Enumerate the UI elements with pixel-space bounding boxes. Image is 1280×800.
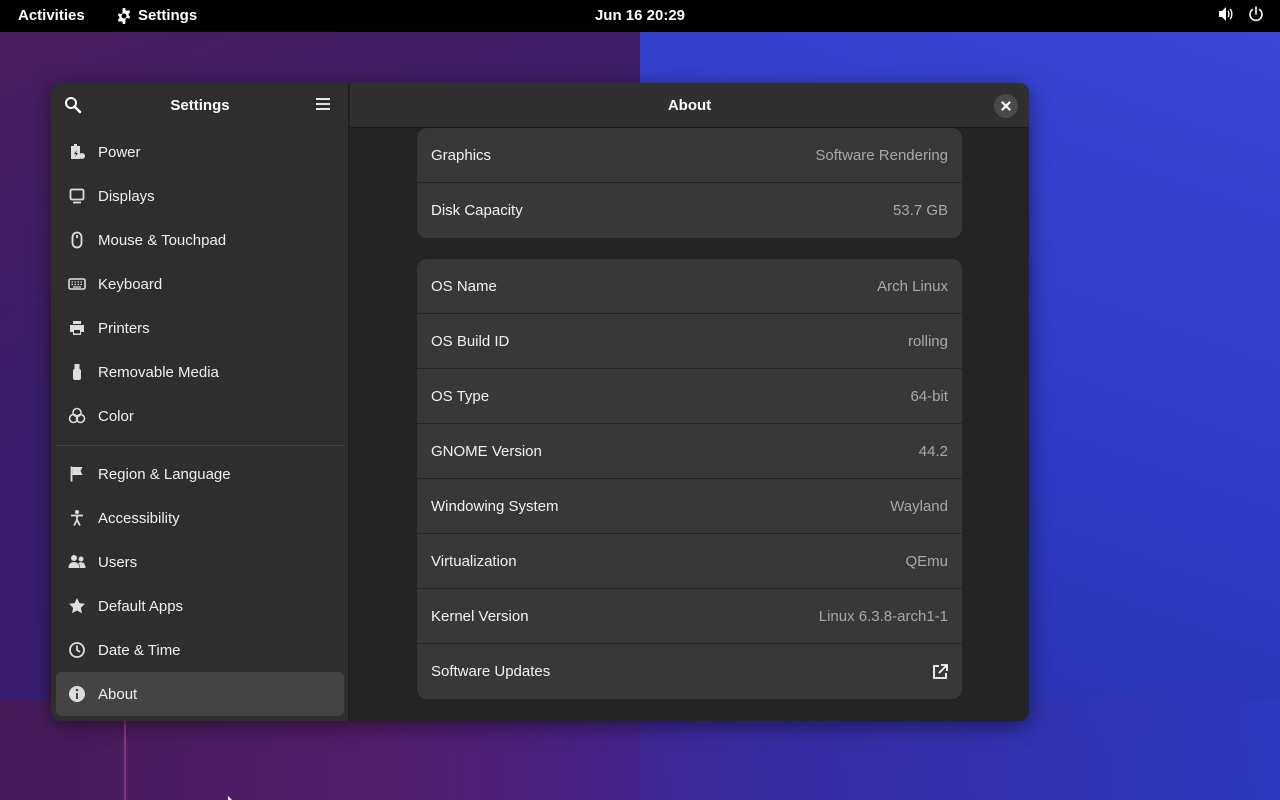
star-icon	[69, 598, 85, 614]
sidebar-item-removable-media[interactable]: Removable Media	[56, 350, 344, 394]
mouse-icon	[71, 231, 83, 249]
sidebar-divider	[56, 445, 344, 446]
row-value: QEmu	[905, 552, 948, 570]
sidebar: Settings Power Displays Mouse & Touchpad	[51, 83, 349, 721]
row-value: Arch Linux	[877, 277, 948, 295]
software-info-card: OS Name Arch Linux OS Build ID rolling O…	[417, 259, 962, 699]
display-icon	[69, 188, 85, 204]
row-value: 64-bit	[910, 387, 948, 405]
sidebar-item-users[interactable]: Users	[56, 540, 344, 584]
row-label: Kernel Version	[431, 607, 529, 625]
info-row-windowing-system: Windowing System Wayland	[417, 479, 962, 534]
sidebar-item-label: Date & Time	[98, 641, 181, 659]
row-label: OS Type	[431, 387, 490, 405]
activities-button[interactable]: Activities	[18, 7, 85, 24]
volume-icon[interactable]	[1218, 6, 1234, 22]
sidebar-item-label: Keyboard	[98, 275, 163, 293]
main-menu-button[interactable]	[315, 96, 335, 116]
sidebar-item-label: Accessibility	[98, 509, 180, 527]
clock-icon	[69, 642, 85, 658]
sidebar-item-label: About	[98, 685, 138, 703]
close-button[interactable]	[994, 94, 1018, 118]
info-row-kernel-version: Kernel Version Linux 6.3.8-arch1-1	[417, 589, 962, 644]
sidebar-item-mouse-touchpad[interactable]: Mouse & Touchpad	[56, 218, 344, 262]
row-label: Virtualization	[431, 552, 517, 570]
row-label: Graphics	[431, 146, 492, 164]
info-icon	[69, 686, 85, 702]
row-value: 44.2	[918, 442, 948, 460]
search-icon	[65, 97, 82, 114]
row-label: OS Build ID	[431, 332, 510, 350]
info-row-graphics: Graphics Software Rendering	[417, 128, 962, 183]
sidebar-item-label: Removable Media	[98, 363, 219, 381]
sidebar-item-label: Mouse & Touchpad	[98, 231, 227, 249]
sidebar-item-displays[interactable]: Displays	[56, 174, 344, 218]
system-tray[interactable]	[1218, 6, 1264, 22]
external-link-icon	[933, 663, 948, 679]
printer-icon	[70, 321, 84, 335]
sidebar-item-label: Power	[98, 143, 141, 161]
sidebar-header: Settings	[51, 83, 349, 128]
info-row-gnome-version: GNOME Version 44.2	[417, 424, 962, 479]
users-icon	[68, 555, 86, 568]
gear-icon	[117, 7, 131, 24]
sidebar-item-label: Default Apps	[98, 597, 184, 615]
sidebar-item-keyboard[interactable]: Keyboard	[56, 262, 344, 306]
sidebar-nav: Power Displays Mouse & Touchpad Keyboard…	[56, 130, 344, 716]
sidebar-item-label: Color	[98, 407, 134, 425]
row-value: 53.7 GB	[892, 202, 948, 219]
info-row-os-type: OS Type 64-bit	[417, 369, 962, 424]
content-pane: About Graphics Software Rendering Disk C…	[350, 83, 1029, 721]
top-bar: Activities Settings Jun 16 20:29	[0, 0, 1280, 32]
color-icon	[68, 407, 86, 424]
app-menu-label: Settings	[138, 7, 198, 24]
sidebar-item-date-time[interactable]: Date & Time	[56, 628, 344, 672]
sidebar-item-color[interactable]: Color	[56, 394, 344, 438]
sidebar-item-about[interactable]: About	[56, 672, 344, 716]
accessibility-icon	[71, 510, 83, 526]
hardware-info-card: Graphics Software Rendering Disk Capacit…	[417, 128, 962, 238]
flag-icon	[70, 466, 83, 482]
content-header: About	[350, 83, 1029, 128]
sidebar-item-label: Printers	[98, 319, 150, 337]
row-label: OS Name	[431, 277, 497, 295]
info-row-disk-capacity: Disk Capacity 53.7 GB	[417, 183, 962, 238]
row-value: Linux 6.3.8-arch1-1	[818, 607, 948, 625]
row-label: Software Updates	[431, 663, 551, 680]
info-row-os-build-id: OS Build ID rolling	[417, 314, 962, 369]
sidebar-item-power[interactable]: Power	[56, 130, 344, 174]
power-battery-icon	[71, 144, 85, 159]
clock[interactable]: Jun 16 20:29	[595, 7, 685, 24]
row-value: rolling	[907, 332, 948, 350]
sidebar-item-label: Displays	[98, 187, 155, 205]
keyboard-icon	[68, 278, 86, 290]
close-icon	[1001, 101, 1011, 111]
row-label: GNOME Version	[431, 442, 542, 460]
sidebar-item-region-language[interactable]: Region & Language	[56, 452, 344, 496]
sidebar-item-accessibility[interactable]: Accessibility	[56, 496, 344, 540]
hamburger-menu-icon	[316, 98, 330, 110]
app-menu[interactable]: Settings	[116, 7, 197, 24]
power-icon[interactable]	[1248, 6, 1264, 22]
row-label: Disk Capacity	[431, 202, 523, 219]
sidebar-item-label: Region & Language	[98, 465, 231, 483]
sidebar-item-printers[interactable]: Printers	[56, 306, 344, 350]
mouse-cursor	[228, 796, 232, 800]
search-button[interactable]	[64, 96, 84, 116]
settings-window: Settings Power Displays Mouse & Touchpad	[51, 83, 1029, 721]
info-row-virtualization: Virtualization QEmu	[417, 534, 962, 589]
sidebar-title: Settings	[170, 97, 230, 114]
usb-icon	[73, 364, 81, 380]
row-label: Windowing System	[431, 497, 559, 515]
software-updates-row[interactable]: Software Updates	[417, 644, 962, 699]
sidebar-item-label: Users	[98, 553, 138, 571]
page-title: About	[667, 96, 712, 114]
info-row-os-name: OS Name Arch Linux	[417, 259, 962, 314]
row-value: Wayland	[890, 497, 948, 515]
row-value: Software Rendering	[815, 146, 948, 164]
sidebar-item-default-apps[interactable]: Default Apps	[56, 584, 344, 628]
